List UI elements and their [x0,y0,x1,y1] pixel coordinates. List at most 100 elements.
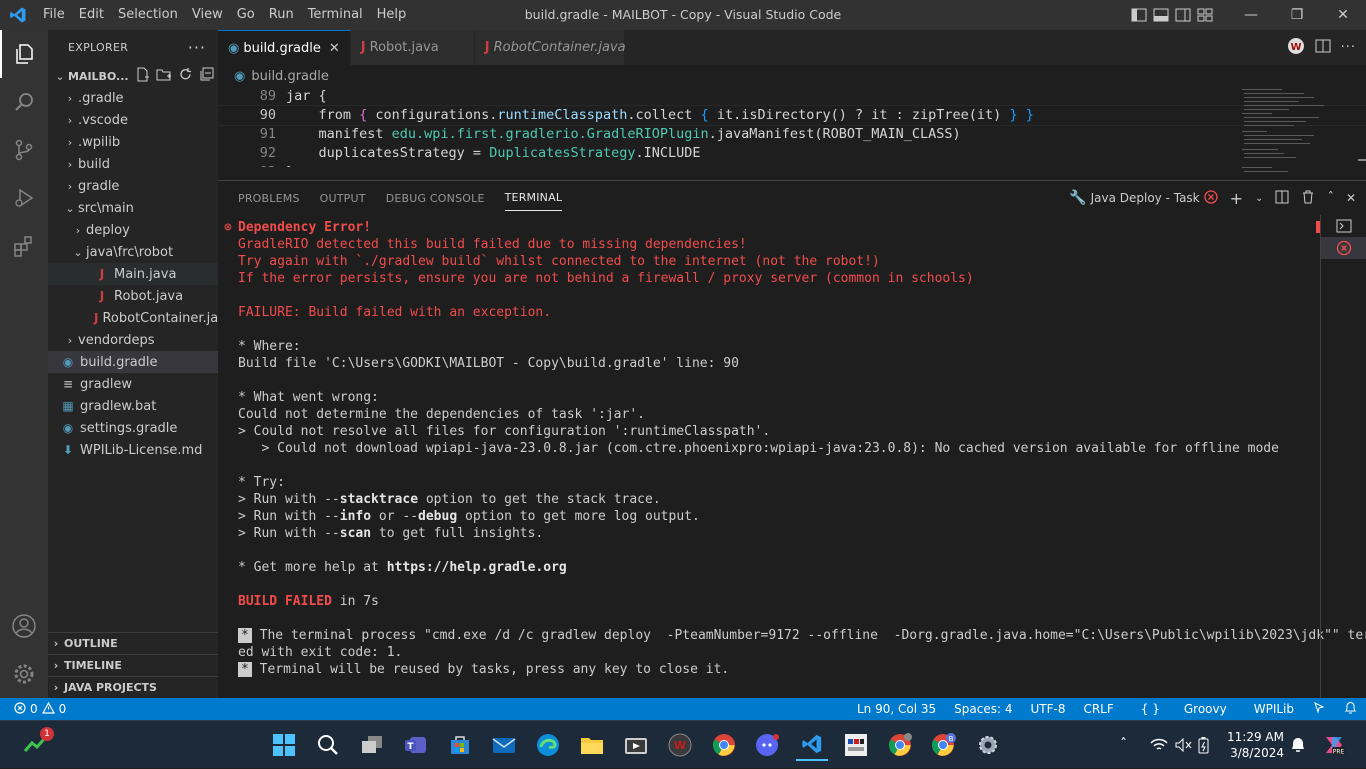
maximize-panel-icon[interactable]: ˆ [1327,191,1334,206]
tree-item-build-gradle[interactable]: ◉ build.gradle [48,351,218,373]
language-mode[interactable]: { } Groovy [1123,702,1245,716]
terminal-task-selector[interactable]: 🔧 Java Deploy - Task [1069,189,1218,207]
menu-selection[interactable]: Selection [111,0,185,30]
tree-item-settings-gradle[interactable]: ◉ settings.gradle [48,417,218,439]
microsoft-store-icon[interactable] [444,729,476,761]
tab-terminal[interactable]: TERMINAL [495,181,573,215]
tree-item-gradle-folder[interactable]: › .gradle [48,87,218,109]
refresh-icon[interactable] [178,67,193,86]
wpilib-app-icon[interactable]: W [664,729,696,761]
menu-edit[interactable]: Edit [72,0,111,30]
tree-item-robotcontainer-java[interactable]: JRobotContainer.java [48,307,218,329]
java-projects-section[interactable]: › JAVA PROJECTS [48,676,218,698]
stocks-widget-icon[interactable]: 1 [20,727,54,761]
show-hidden-icons-icon[interactable]: ˆ [1120,721,1127,769]
notifications-bell-icon[interactable] [1290,721,1306,769]
chrome-icon[interactable] [708,729,740,761]
collapse-all-icon[interactable] [199,67,214,86]
tab-debug-console[interactable]: DEBUG CONSOLE [376,181,495,215]
wpilib-status[interactable]: WPILib [1245,702,1303,716]
settings-gear-icon[interactable] [972,729,1004,761]
timeline-section[interactable]: › TIMELINE [48,654,218,676]
search-icon[interactable] [312,729,344,761]
menu-help[interactable]: Help [370,0,414,30]
source-control-icon[interactable] [0,126,48,174]
task-view-icon[interactable] [356,729,388,761]
new-folder-icon[interactable] [156,67,172,86]
manage-gear-icon[interactable] [0,650,48,698]
problems-indicator[interactable]: 0 0 [0,701,66,717]
trash-icon[interactable] [1301,190,1315,207]
edge-browser-icon[interactable] [532,729,564,761]
wpilib-icon[interactable]: W [1287,37,1305,59]
terminal-output[interactable]: ⊗ Dependency Error! GradleRIO detected th… [224,219,1366,678]
tab-robotcontainer-java[interactable]: J RobotContainer.java [474,30,626,65]
teams-icon[interactable]: T [400,729,432,761]
menu-file[interactable]: File [36,0,72,30]
copilot-icon[interactable]: PRE [1322,721,1346,769]
breadcrumb-item[interactable]: build.gradle [251,69,329,84]
tree-item-robot-java[interactable]: J Robot.java [48,285,218,307]
tree-item-src-main[interactable]: ⌄ src\main [48,197,218,219]
customize-layout-icon[interactable] [1194,0,1216,30]
media-player-icon[interactable] [620,729,652,761]
code-editor[interactable]: 89 jar { 90 from { configurations.runtim… [217,87,1366,167]
indentation[interactable]: Spaces: 4 [945,702,1021,716]
tab-robot-java[interactable]: J Robot.java [350,30,475,65]
toggle-sidebar-icon[interactable] [1128,0,1150,30]
accounts-icon[interactable] [0,602,48,650]
system-clock[interactable]: 11:29 AM 3/8/2024 [1227,729,1284,761]
close-tab-icon[interactable]: ✕ [329,41,340,56]
search-icon[interactable] [0,78,48,126]
close-panel-icon[interactable]: ✕ [1346,191,1356,205]
tree-item-vscode[interactable]: › .vscode [48,109,218,131]
close-window-button[interactable]: ✕ [1320,0,1366,30]
menu-run[interactable]: Run [262,0,301,30]
wifi-icon[interactable] [1150,721,1168,769]
vscode-taskbar-icon[interactable] [796,729,828,761]
maximize-button[interactable]: ❐ [1274,0,1320,30]
end-of-line[interactable]: CRLF [1074,702,1122,716]
outline-section[interactable]: › OUTLINE [48,632,218,654]
tree-item-main-java[interactable]: J Main.java [48,263,218,285]
menu-terminal[interactable]: Terminal [301,0,370,30]
windows-start-icon[interactable] [268,729,300,761]
encoding[interactable]: UTF-8 [1021,702,1074,716]
tree-item-java-frc-robot[interactable]: ⌄ java\frc\robot [48,241,218,263]
menu-go[interactable]: Go [230,0,262,30]
tree-item-wpilib[interactable]: › .wpilib [48,131,218,153]
tree-item-build[interactable]: › build [48,153,218,175]
workspace-root[interactable]: ⌄ MAILBO... [48,65,218,87]
minimize-button[interactable]: — [1228,0,1274,30]
new-file-icon[interactable] [135,67,150,86]
new-terminal-icon[interactable]: + [1230,189,1243,208]
volume-muted-icon[interactable] [1175,721,1193,769]
run-debug-icon[interactable] [0,174,48,222]
chrome-profile-icon[interactable] [884,729,916,761]
notifications-bell-icon[interactable] [1335,701,1366,718]
more-actions-icon[interactable]: ··· [188,38,206,57]
tree-item-gradlew-bat[interactable]: ▦ gradlew.bat [48,395,218,417]
terminal-shell-icon[interactable] [1321,215,1366,237]
split-terminal-icon[interactable] [1275,190,1289,207]
tab-build-gradle[interactable]: ◉ build.gradle ✕ [218,30,351,65]
minimap[interactable] [1238,87,1366,180]
terminal-task-error-icon[interactable] [1321,237,1366,259]
tab-problems[interactable]: PROBLEMS [228,181,310,215]
discord-icon[interactable] [752,729,784,761]
feedback-icon[interactable] [1303,701,1335,718]
extensions-icon[interactable] [0,222,48,270]
file-explorer-icon[interactable] [576,729,608,761]
chevron-down-icon[interactable]: ⌄ [1255,193,1263,204]
chrome-profile-b-icon[interactable]: B [928,729,960,761]
tree-item-gradlew[interactable]: ≡ gradlew [48,373,218,395]
battery-charging-icon[interactable] [1198,721,1210,769]
split-editor-icon[interactable] [1315,39,1331,57]
help-link[interactable]: https://help.gradle.org [387,560,567,575]
mail-icon[interactable] [488,729,520,761]
frc-game-tools-icon[interactable] [840,729,872,761]
tree-item-vendordeps[interactable]: › vendordeps [48,329,218,351]
toggle-secondary-sidebar-icon[interactable] [1172,0,1194,30]
menu-view[interactable]: View [185,0,230,30]
tab-output[interactable]: OUTPUT [310,181,376,215]
